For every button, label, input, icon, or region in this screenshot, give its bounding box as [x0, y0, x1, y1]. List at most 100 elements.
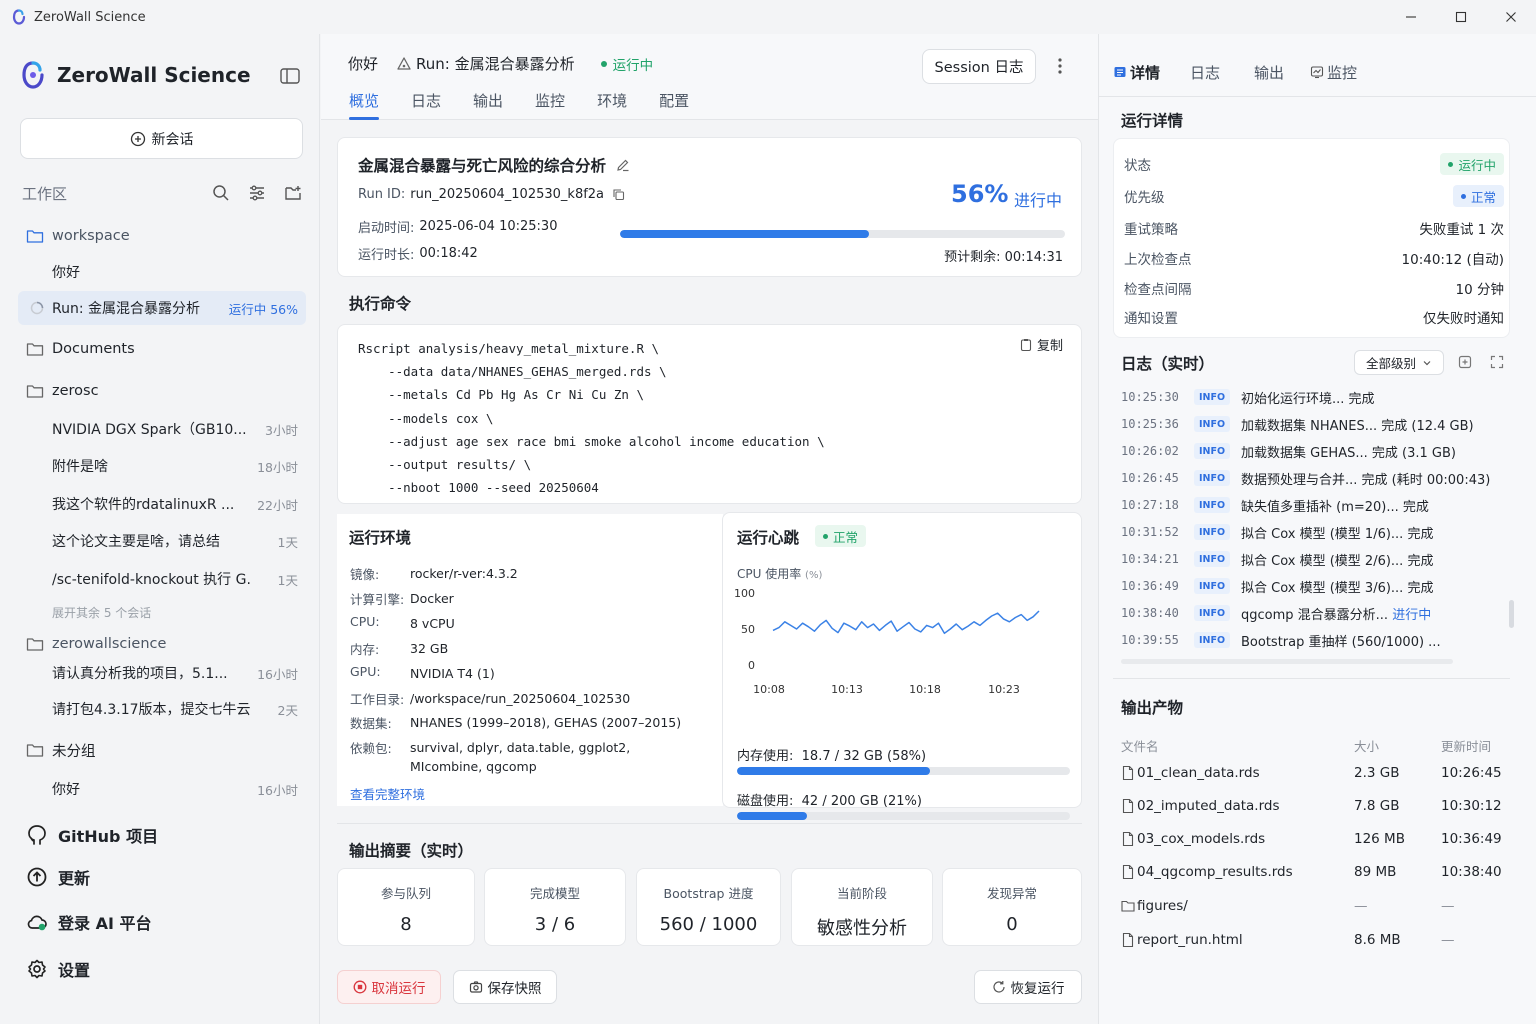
folder-icon — [26, 742, 44, 758]
edit-icon[interactable] — [616, 158, 630, 172]
env-value: 8 vCPU — [410, 616, 455, 631]
save-snapshot-button[interactable]: 保存快照 — [453, 970, 557, 1004]
gear-icon — [26, 958, 48, 980]
env-value: NVIDIA T4 (1) — [410, 666, 495, 681]
sidebar-session-item[interactable]: 请认真分析我的项目，5.1... 16小时 — [18, 656, 306, 690]
new-folder-icon[interactable] — [284, 184, 302, 202]
sidebar-folder[interactable]: workspace — [18, 219, 306, 253]
sidebar-session-item[interactable]: 我这个软件的rdatalinuxR ... 22小时 — [18, 487, 306, 521]
heartbeat-status-badge: 正常 — [815, 525, 867, 547]
tab-5[interactable]: 配置 — [659, 90, 689, 120]
sidebar-session-item[interactable]: 请打包4.3.17版本，提交七牛云 2天 — [18, 692, 306, 726]
main-header: 你好 Run: 金属混合暴露分析 运行中 Session 日志 概览 日志 输出 监控… — [321, 34, 1098, 120]
details-panel: 详情 日志 输出 监控 运行详情 状态 运行中 优先级 正常 重试策略 失败重试 1 次上次检查… — [1098, 34, 1536, 1024]
env-value: /workspace/run_20250604_102530 — [410, 691, 631, 706]
cancel-run-button[interactable]: 取消运行 — [337, 970, 441, 1004]
log-level-select[interactable]: 全部级别 — [1354, 350, 1444, 375]
start-time-row: 启动时间: 2025-06-04 10:25:30 — [358, 217, 557, 236]
output-file-row[interactable]: 02_imputed_data.rds 7.8 GB 10:30:12 — [1121, 795, 1511, 817]
output-file-time: — — [1441, 932, 1455, 948]
resume-run-button[interactable]: 恢复运行 — [974, 970, 1082, 1004]
x-tick-label: 10:18 — [909, 683, 941, 696]
env-row: 数据集: NHANES (1999–2018), GEHAS (2007–2015… — [350, 713, 700, 732]
detail-row: 重试策略 失败重试 1 次 — [1124, 217, 1504, 239]
close-window-button[interactable] — [1486, 0, 1536, 34]
output-file-size: — — [1354, 898, 1368, 914]
sidebar-nav-label: 更新 — [58, 869, 91, 888]
minimize-button[interactable] — [1386, 0, 1436, 34]
zerowall-logo-icon — [20, 60, 46, 90]
copy-icon[interactable] — [612, 188, 625, 201]
sidebar-item-label: 附件是啥 — [52, 459, 108, 475]
sidebar-folder[interactable]: 未分组 — [18, 733, 306, 767]
sidebar-session-item[interactable]: NVIDIA DGX Spark（GB10... 3小时 — [18, 412, 306, 446]
more-options-icon[interactable] — [1052, 56, 1068, 76]
right-tab-1[interactable]: 日志 — [1190, 58, 1220, 86]
tab-0[interactable]: 概览 — [349, 90, 380, 120]
right-tab-2[interactable]: 输出 — [1254, 58, 1284, 86]
right-tab-3[interactable]: 监控 — [1310, 58, 1357, 86]
log-message-text: 初始化运行环境... 完成 — [1241, 391, 1375, 407]
filter-settings-icon[interactable] — [248, 184, 266, 202]
right-tab-0[interactable]: 详情 — [1113, 58, 1160, 86]
log-message: 加载数据集 GEHAS... 完成 (3.1 GB) — [1241, 442, 1456, 461]
expand-log-icon[interactable] — [1489, 354, 1505, 370]
search-icon[interactable] — [212, 184, 230, 202]
sidebar-session-item[interactable]: /sc-tenifold-knockout 执行 G... 1天 — [18, 562, 306, 596]
command-text: Rscript analysis/heavy_metal_mixture.R \… — [358, 341, 825, 496]
sidebar-folder[interactable]: Documents — [18, 332, 306, 366]
sidebar-session-item[interactable]: 你好 16小时 — [18, 772, 306, 806]
maximize-button[interactable] — [1436, 0, 1486, 34]
log-message: 拟合 Cox 模型 (模型 3/6)... 完成 — [1241, 577, 1433, 596]
sidebar-session-item[interactable]: 附件是啥 18小时 — [18, 449, 306, 483]
output-file-size: 2.3 GB — [1354, 765, 1400, 781]
progress-bar-fill — [620, 230, 870, 238]
sidebar-toggle-icon[interactable] — [279, 67, 301, 85]
file-icon — [1121, 765, 1135, 781]
file-icon — [1121, 798, 1135, 814]
sidebar-item-label: 你好 — [52, 265, 80, 281]
memory-label: 内存使用: — [737, 749, 794, 764]
file-icon — [1121, 864, 1135, 880]
detail-key: 检查点间隔 — [1124, 282, 1192, 298]
log-message: 加载数据集 NHANES... 完成 (12.4 GB) — [1241, 415, 1474, 434]
sidebar-session-item[interactable]: 你好 — [18, 255, 306, 289]
disk-usage: 磁盘使用: 42 / 200 GB (21%) — [737, 790, 922, 809]
output-file-row[interactable]: 04_qgcomp_results.rds 89 MB 10:38:40 — [1121, 861, 1511, 883]
sidebar-nav-github[interactable]: GitHub 项目 — [26, 820, 286, 850]
copy-command-button[interactable]: 复制 — [1019, 335, 1063, 354]
sidebar-nav-gear[interactable]: 设置 — [26, 954, 286, 984]
tab-2[interactable]: 输出 — [473, 90, 503, 120]
sidebar-nav-update[interactable]: 更新 — [26, 862, 286, 892]
output-file-row[interactable]: report_run.html 8.6 MB — — [1121, 929, 1511, 951]
env-value: survival, dplyr, data.table, ggplot2, MI… — [410, 740, 631, 774]
log-horizontal-scrollbar[interactable] — [1121, 659, 1453, 664]
export-log-icon[interactable] — [1457, 354, 1473, 370]
session-log-button[interactable]: Session 日志 — [922, 49, 1036, 84]
command-title: 执行命令 — [349, 295, 412, 313]
folder-icon — [1121, 898, 1135, 914]
tab-1[interactable]: 日志 — [411, 90, 441, 120]
crumb-session[interactable]: 你好 — [348, 53, 378, 74]
eta-value: 00:14:31 — [1004, 250, 1063, 265]
sidebar-folder[interactable]: zerosc — [18, 374, 306, 408]
panel-vertical-scrollbar[interactable] — [1509, 600, 1514, 628]
new-chat-button[interactable]: 新会话 — [20, 118, 303, 159]
folder-icon — [26, 341, 44, 357]
output-file-row[interactable]: figures/ — — — [1121, 895, 1511, 917]
sidebar-nav-cloud-login[interactable]: 登录 AI 平台 — [26, 907, 286, 937]
right-tab-label: 输出 — [1254, 63, 1285, 82]
output-file-row[interactable]: 01_clean_data.rds 2.3 GB 10:26:45 — [1121, 762, 1511, 784]
sidebar-session-item[interactable]: 这个论文主要是啥，请总结 1天 — [18, 524, 306, 558]
expand-sessions-link[interactable]: 展开其余 5 个会话 — [18, 595, 306, 629]
output-file-name: 04_qgcomp_results.rds — [1137, 864, 1293, 880]
window-titlebar: ZeroWall Science — [0, 0, 1536, 34]
y-tick-label: 100 — [734, 587, 755, 600]
log-level-badge: INFO — [1194, 443, 1230, 459]
tab-3[interactable]: 监控 — [535, 90, 565, 120]
sidebar-session-item[interactable]: Run: 金属混合暴露分析 运行中 56% — [18, 291, 306, 325]
tab-4[interactable]: 环境 — [597, 90, 627, 120]
output-file-row[interactable]: 03_cox_models.rds 126 MB 10:36:49 — [1121, 828, 1511, 850]
summary-label: 发现异常 — [986, 886, 1037, 901]
view-full-environment-link[interactable]: 查看完整环境 — [350, 784, 425, 803]
